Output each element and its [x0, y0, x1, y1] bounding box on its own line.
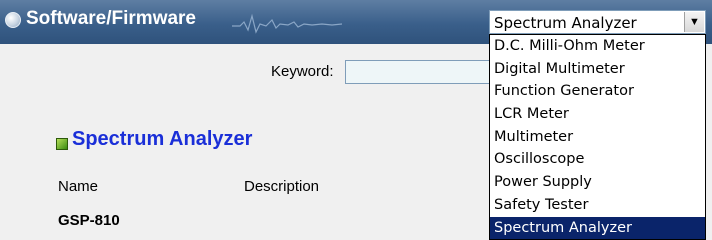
header-bullet-icon	[5, 12, 21, 28]
page-title: Software/Firmware	[26, 8, 196, 29]
section-title: Spectrum Analyzer	[72, 128, 253, 150]
section-bullet-icon	[56, 138, 68, 150]
category-select-value: Spectrum Analyzer	[494, 14, 637, 32]
category-dropdown-list: D.C. Milli-Ohm Meter Digital Multimeter …	[489, 34, 706, 240]
dropdown-option[interactable]: Power Supply	[490, 171, 705, 194]
dropdown-option[interactable]: D.C. Milli-Ohm Meter	[490, 35, 705, 58]
dropdown-option[interactable]: Multimeter	[490, 126, 705, 149]
table-row-name[interactable]: GSP-810	[58, 212, 120, 229]
keyword-label: Keyword:	[271, 63, 334, 80]
column-header-description: Description	[244, 178, 320, 195]
dropdown-option[interactable]: Safety Tester	[490, 194, 705, 217]
dropdown-option[interactable]: LCR Meter	[490, 103, 705, 126]
waveform-icon	[232, 13, 342, 34]
dropdown-option[interactable]: Oscilloscope	[490, 148, 705, 171]
dropdown-option[interactable]: Function Generator	[490, 80, 705, 103]
chevron-down-icon[interactable]: ▼	[684, 12, 704, 32]
dropdown-option-selected[interactable]: Spectrum Analyzer	[490, 216, 705, 239]
column-header-name: Name	[58, 178, 99, 195]
dropdown-option[interactable]: Digital Multimeter	[490, 58, 705, 81]
category-select[interactable]: Spectrum Analyzer ▼	[489, 10, 706, 34]
